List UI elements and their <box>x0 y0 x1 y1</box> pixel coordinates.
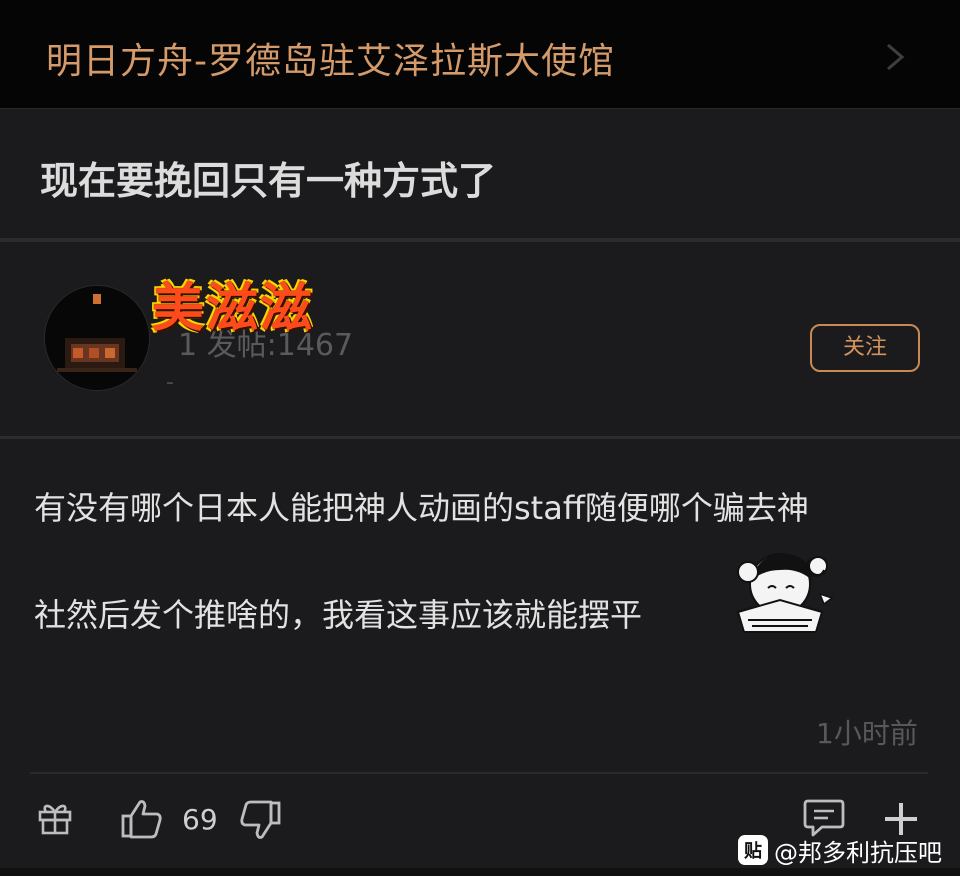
thumbs-up-icon[interactable] <box>120 798 164 840</box>
user-submeta: - <box>166 370 174 395</box>
username[interactable]: 美滋滋 <box>152 266 314 341</box>
gift-icon[interactable] <box>36 798 74 836</box>
post-title: 现在要挽回只有一种方式了 <box>40 159 497 203</box>
follow-button[interactable]: 关注 <box>810 324 920 372</box>
divider <box>0 238 960 242</box>
watermark: 贴 @邦多利抗压吧 <box>738 832 942 868</box>
thumbs-down-icon[interactable] <box>238 800 282 842</box>
forum-header: 明日方舟-罗德岛驻艾泽拉斯大使馆 <box>0 0 960 109</box>
watermark-text: @邦多利抗压吧 <box>774 838 942 867</box>
forum-title[interactable]: 明日方舟-罗德岛驻艾泽拉斯大使馆 <box>46 32 615 84</box>
reply-line: 有没有哪个日本人能把神人动画的staff随便哪个骗去神 <box>34 489 809 527</box>
bottom-edge <box>0 868 960 876</box>
post-time: 1小时前 <box>816 717 918 750</box>
emoji-sticker <box>736 553 834 633</box>
divider <box>30 772 928 774</box>
divider <box>0 436 960 439</box>
tieba-logo-icon: 贴 <box>738 835 768 865</box>
like-count: 69 <box>182 803 218 836</box>
chevron-right-icon[interactable] <box>882 42 908 72</box>
avatar[interactable] <box>44 285 150 391</box>
